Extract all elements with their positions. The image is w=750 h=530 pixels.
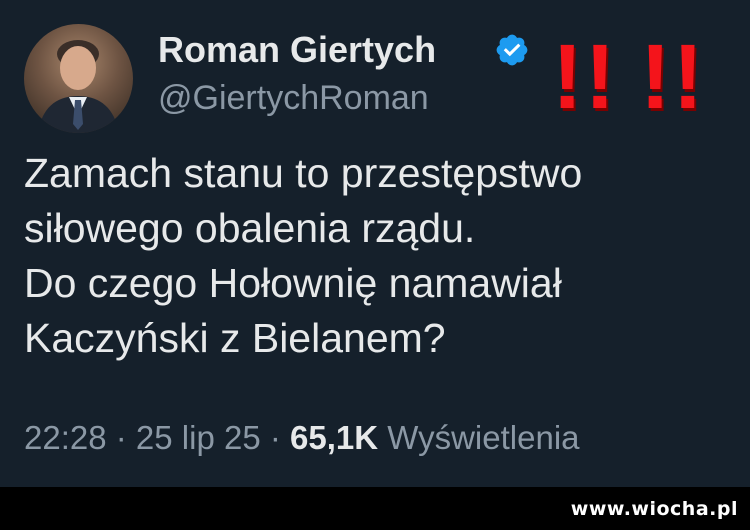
- exclamation-marks-1: !!: [552, 26, 618, 128]
- avatar-portrait-icon: [38, 40, 119, 133]
- tweet-line: Zamach stanu to przestępstwo: [24, 150, 583, 196]
- author-handle[interactable]: @GiertychRoman: [158, 76, 429, 120]
- tweet-meta: 22:28 · 25 lip 25 · 65,1K Wyświetlenia: [24, 416, 580, 460]
- meta-separator: ·: [106, 419, 136, 456]
- exclamation-marks-2: !!: [640, 26, 706, 128]
- views-count[interactable]: 65,1K: [290, 419, 378, 456]
- tweet-date[interactable]: 25 lip 25: [136, 419, 261, 456]
- site-watermark: www.wiocha.pl: [570, 498, 738, 520]
- tweet-line: Kaczyński z Bielanem?: [24, 315, 446, 361]
- views-label[interactable]: Wyświetlenia: [378, 419, 579, 456]
- verified-badge-icon: [496, 34, 528, 66]
- tweet-line: Do czego Hołownię namawiał: [24, 260, 562, 306]
- author-display-name[interactable]: Roman Giertych: [158, 28, 436, 72]
- meta-separator: ·: [260, 419, 291, 456]
- avatar[interactable]: [24, 24, 133, 133]
- tweet-text: Zamach stanu to przestępstwo siłowego ob…: [24, 146, 734, 366]
- tweet-line: siłowego obalenia rządu.: [24, 205, 476, 251]
- tweet-card: Roman Giertych @GiertychRoman !! !! Zama…: [0, 0, 750, 487]
- tweet-time[interactable]: 22:28: [24, 419, 107, 456]
